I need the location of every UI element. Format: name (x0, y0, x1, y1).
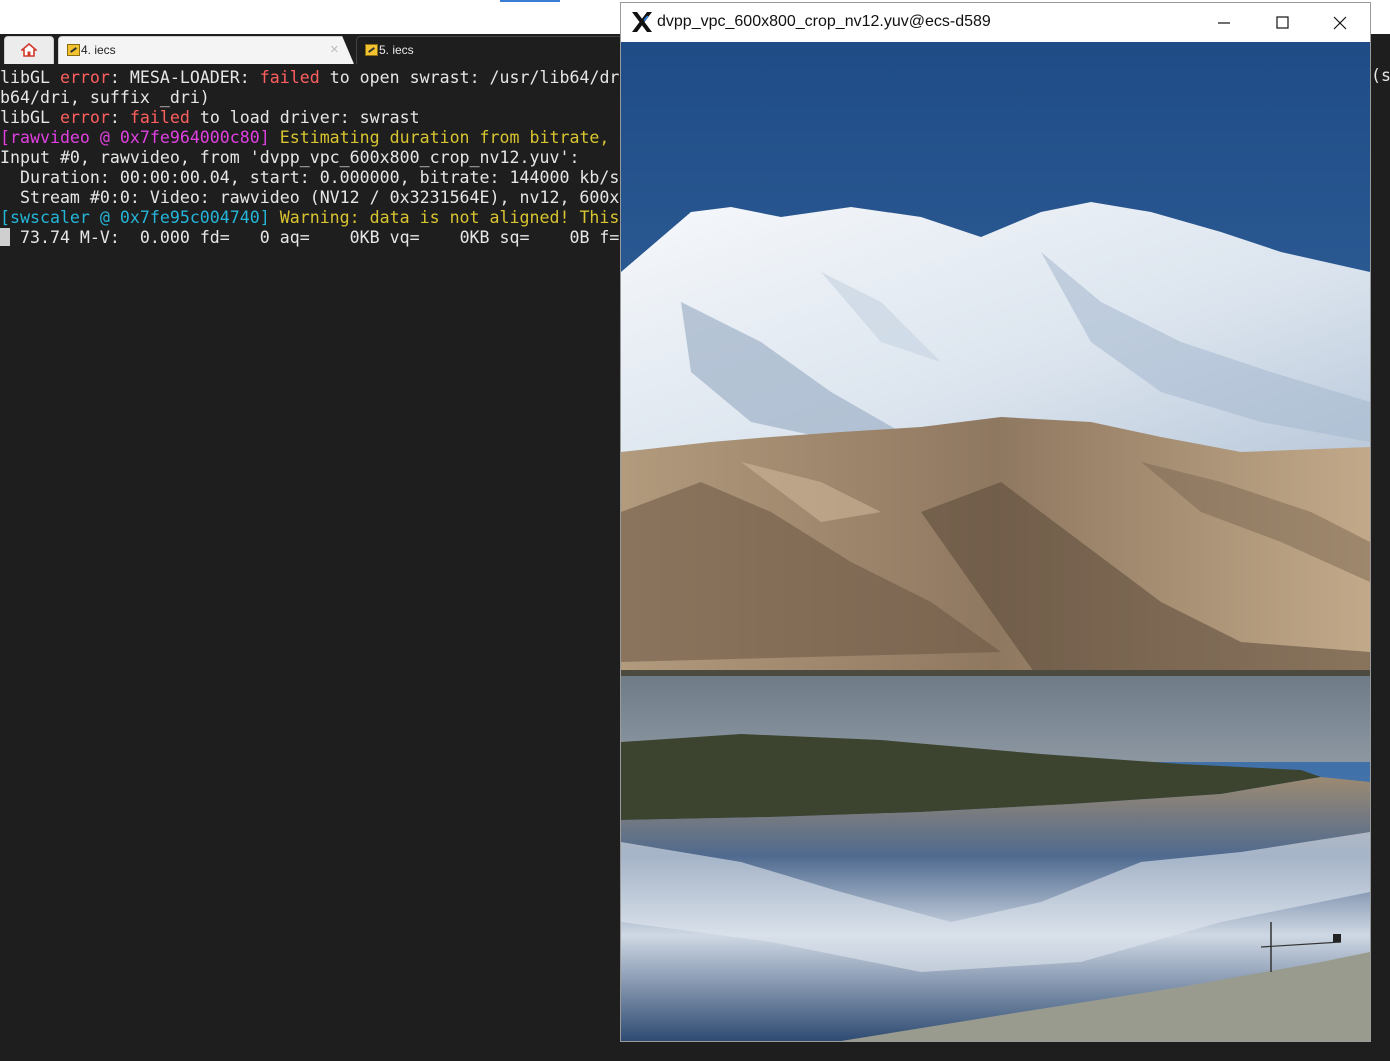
terminal-text: Stream #0:0: Video: rawvideo (NV12 / 0x3… (0, 188, 620, 207)
terminal-text: [rawvideo @ 0x7fe964000c80] (0, 128, 280, 147)
terminal-text: Warning: data is not aligned! This (279, 208, 620, 227)
terminal-line: Duration: 00:00:00.04, start: 0.000000, … (0, 168, 619, 188)
session-icon (365, 44, 378, 56)
maximize-icon (1276, 16, 1289, 29)
tab-home[interactable] (4, 36, 54, 64)
terminal-text: : (109, 108, 130, 127)
terminal-text: Duration: 00:00:00.04, start: 0.000000, … (0, 168, 620, 187)
terminal-text: libGL (0, 68, 60, 87)
x-window[interactable]: dvpp_vpc_600x800_crop_nv12.yuv@ecs-d589 (620, 2, 1371, 1042)
window-titlebar[interactable]: dvpp_vpc_600x800_crop_nv12.yuv@ecs-d589 (621, 3, 1370, 42)
tab-close-icon[interactable]: ✕ (330, 37, 339, 63)
minimize-button[interactable] (1195, 3, 1253, 42)
x11-logo-icon (632, 12, 652, 32)
terminal-cursor (0, 228, 10, 246)
terminal-line: libGL error: failed to load driver: swra… (0, 108, 420, 128)
terminal-text: [swscaler @ 0x7fe95c004740] (0, 208, 280, 227)
terminal-line: Input #0, rawvideo, from 'dvpp_vpc_600x8… (0, 148, 579, 168)
close-icon (1333, 16, 1347, 30)
terminal-line: b64/dri, suffix _dri) (0, 88, 210, 108)
terminal-text: to open swrast: /usr/lib64/dr (319, 68, 620, 87)
window-title: dvpp_vpc_600x800_crop_nv12.yuv@ecs-d589 (657, 13, 991, 30)
terminal-line: 73.74 M-V: 0.000 fd= 0 aq= 0KB vq= 0KB s… (0, 228, 619, 248)
tab-label: 4. iecs (81, 43, 116, 57)
terminal-text: Estimating duration from bitrate, (279, 128, 610, 147)
terminal-text: 73.74 M-V: 0.000 fd= 0 aq= 0KB vq= 0KB s… (10, 228, 620, 247)
terminal-text: : MESA-LOADER: (109, 68, 260, 87)
terminal-line: [rawvideo @ 0x7fe964000c80] Estimating d… (0, 128, 609, 148)
terminal-text: error (59, 68, 110, 87)
minimize-icon (1218, 22, 1230, 24)
terminal-text: to load driver: swrast (189, 108, 420, 127)
maximize-button[interactable] (1253, 3, 1311, 42)
session-icon (67, 44, 80, 56)
terminal-text: b64/dri, suffix _dri) (0, 88, 210, 107)
terminal-output[interactable]: libGL error: MESA-LOADER: failed to open… (0, 66, 621, 1056)
terminal-line: Stream #0:0: Video: rawvideo (NV12 / 0x3… (0, 188, 619, 208)
terminal-text: Input #0, rawvideo, from 'dvpp_vpc_600x8… (0, 148, 580, 167)
yuv-image-display (621, 42, 1370, 1041)
terminal-line: [swscaler @ 0x7fe95c004740] Warning: dat… (0, 208, 619, 228)
terminal-text: error (59, 108, 110, 127)
home-icon (21, 43, 37, 57)
tab-session-5[interactable]: 5. iecs (356, 36, 636, 64)
top-accent-line (500, 0, 560, 2)
terminal-overflow-text: (s (1371, 66, 1390, 85)
tab-label: 5. iecs (379, 43, 414, 57)
tab-session-4[interactable]: 4. iecs ✕ (58, 36, 354, 64)
terminal-text: libGL (0, 108, 60, 127)
terminal-line: libGL error: MESA-LOADER: failed to open… (0, 68, 619, 88)
terminal-text: failed (259, 68, 320, 87)
close-button[interactable] (1311, 3, 1369, 42)
terminal-text: failed (129, 108, 190, 127)
